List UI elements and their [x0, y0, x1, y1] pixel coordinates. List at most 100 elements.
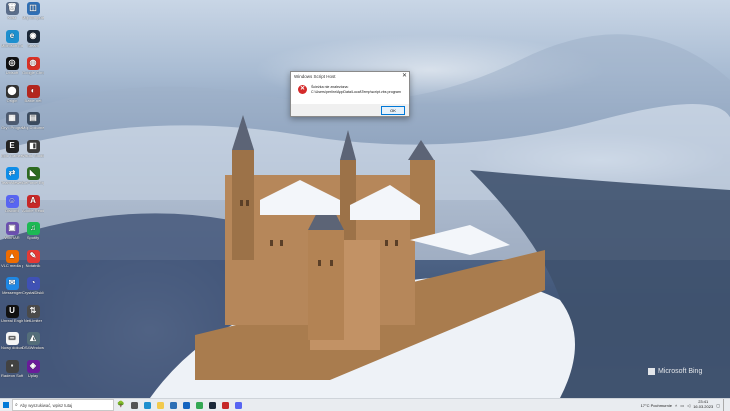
chevron-up-icon[interactable]: ˄	[675, 403, 677, 408]
app-icon: ◭	[26, 332, 40, 345]
store-icon	[183, 401, 190, 409]
desktop-icon[interactable]: ♫ Spotify	[22, 222, 44, 241]
desktop-icon-label: WinRAR	[4, 236, 20, 240]
desktop-icon[interactable]: ⇅ NetLimiter	[22, 304, 44, 324]
desktop-icon-label: Visual Studio Code	[22, 153, 44, 158]
explorer-icon	[157, 401, 164, 409]
desktop-icon[interactable]: 🗑 Kosz	[1, 2, 23, 21]
search-icon: ⌕	[15, 402, 18, 408]
desktop-icon[interactable]: ◭ DS4Windows	[22, 332, 44, 351]
desktop-icon-label: Unreal Engine	[1, 318, 23, 323]
taskbar-app-button[interactable]	[154, 399, 167, 411]
taskbar-app-button[interactable]	[141, 399, 154, 411]
desktop-icon[interactable]: ▪Radeon Software	[1, 359, 23, 379]
dialog-titlebar[interactable]: Windows Script Host ✕	[291, 72, 409, 81]
desktop-icon-label: CrystalDiskMark	[22, 291, 44, 295]
taskbar-search-box[interactable]: ⌕ Aby wyszukiwać, wpisz tutaj	[12, 399, 114, 411]
castle-landscape-illustration	[0, 34, 730, 398]
desktop-icon[interactable]: ⬤ Origin	[1, 84, 23, 104]
app-icon: 🗑	[5, 2, 19, 15]
desktop-icon[interactable]: ✎ Notatnik	[22, 249, 44, 269]
weather-widget[interactable]: 17°C Pochmurnie	[641, 403, 672, 408]
desktop-icon[interactable]: ☺ Discord	[1, 194, 23, 214]
taskbar-clock[interactable]: 23:41 16.03.2023	[693, 400, 713, 409]
desktop-icon-label: Notatnik	[25, 263, 41, 268]
desktop-icon-label: Discord	[5, 208, 19, 213]
app-icon: ▦	[5, 112, 19, 125]
desktop-icon[interactable]: ◔CrystalDiskMark	[22, 277, 44, 296]
show-desktop-button[interactable]	[723, 399, 726, 411]
app-icon: ◎	[5, 57, 19, 70]
desktop-icon[interactable]: ◈ Uplay	[22, 359, 44, 379]
desktop-icon[interactable]: ▲VLC media player	[1, 249, 23, 269]
desktop-icon-label: Mój Dokument	[22, 126, 44, 130]
desktop-icon[interactable]: eMicrosoft Edge	[1, 29, 23, 49]
desktop-icon[interactable]: ◉ Steam	[22, 29, 44, 49]
taskbar: ⌕ Aby wyszukiwać, wpisz tutaj 🌳 17°C Poc…	[0, 398, 730, 411]
search-highlight-icon[interactable]: 🌳	[114, 400, 128, 410]
desktop-wallpaper: Microsoft Bing	[0, 0, 730, 398]
taskbar-app-list	[128, 399, 245, 411]
taskbar-app-button[interactable]	[206, 399, 219, 411]
desktop-icon-label: Mój komputer	[22, 16, 44, 20]
desktop-icon-label: VLC media player	[1, 263, 23, 268]
app-icon: ▭	[5, 332, 19, 345]
taskbar-app-button[interactable]	[128, 399, 141, 411]
app-icon: ⇄	[5, 167, 19, 180]
taskbar-app-button[interactable]	[219, 399, 232, 411]
desktop-icon[interactable]: ◐ Battle.net	[22, 84, 44, 104]
desktop-icon-label: DS4Windows	[22, 346, 44, 350]
desktop-icon[interactable]: ◫ Mój komputer	[22, 2, 44, 21]
desktop-icon-label: Kosz	[7, 16, 17, 20]
close-icon[interactable]: ✕	[402, 72, 407, 81]
app-icon: ✎	[26, 249, 40, 263]
taskbar-app-button[interactable]	[167, 399, 180, 411]
dialog-message: Ścieżka nie znaleziona: C:\Users\perlinr…	[311, 85, 405, 94]
desktop-icon[interactable]: ◎ Ubisoft	[1, 57, 23, 76]
taskbar-app-button[interactable]	[232, 399, 245, 411]
desktop-icon[interactable]: ◍Google Chrome	[22, 57, 44, 76]
desktop-icon[interactable]: ▤Mój Dokument	[22, 112, 44, 131]
bing-logo-icon	[648, 368, 655, 375]
desktop-icon-area: 🗑Kosz◫Mój komputereMicrosoft Edge◉Steam◎…	[0, 0, 50, 398]
desktop-icon-label: TeamViewer	[1, 181, 23, 185]
desktop-icon-label: Radeon Software	[1, 373, 23, 378]
taskbar-app-button[interactable]	[180, 399, 193, 411]
network-icon[interactable]: ▭	[680, 403, 684, 408]
desktop-icon-label: Google Chrome	[22, 71, 44, 75]
desktop-icon[interactable]: ▦Gry i Programy	[1, 112, 23, 131]
notification-icon[interactable]: ▢	[716, 403, 720, 408]
app-icon: ▪	[5, 359, 19, 373]
desktop-icon-label: Battle.net	[24, 98, 42, 103]
app-icon: E	[5, 139, 19, 153]
desktop-icon-label: Nowy dokument	[1, 346, 23, 350]
app-icon: e	[5, 29, 19, 43]
desktop-icon-label: Uplay	[27, 373, 39, 378]
desktop-icon[interactable]: ▣ WinRAR	[1, 222, 23, 241]
app-icon: ▲	[5, 249, 19, 263]
desktop-icon[interactable]: EEpic Games Launcher	[1, 139, 23, 159]
desktop-icon[interactable]: ◧Visual Studio Code	[22, 139, 44, 159]
desktop-icon[interactable]: ✉ Messenger	[1, 277, 23, 296]
desktop-icon[interactable]: ▭Nowy dokument	[1, 332, 23, 351]
app-icon: A	[26, 194, 40, 208]
app-icon: ✉	[5, 277, 19, 290]
start-button[interactable]	[0, 399, 12, 411]
taskbar-app-button[interactable]	[193, 399, 206, 411]
desktop-icon[interactable]: UUnreal Engine	[1, 304, 23, 324]
app-icon: ◈	[26, 359, 40, 373]
edge-icon	[144, 401, 151, 409]
ok-button[interactable]: OK	[381, 106, 405, 115]
search-placeholder: Aby wyszukiwać, wpisz tutaj	[19, 402, 73, 408]
app-icon: ◐	[26, 84, 40, 98]
app-icon: ◉	[26, 29, 40, 43]
app-icon: ▣	[5, 222, 19, 235]
desktop-icon[interactable]: ⇄ TeamViewer	[1, 167, 23, 186]
desktop-icon[interactable]: AAdobe Reader	[22, 194, 44, 214]
volume-icon[interactable]: ◁	[687, 403, 690, 408]
task-view-icon	[131, 401, 138, 409]
desktop-icon-label: Gry i Programy	[1, 126, 23, 130]
desktop-icon-label: Spotify	[26, 236, 40, 240]
desktop-icon-label: Messenger	[2, 291, 22, 295]
desktop-icon[interactable]: ◣GeForce Experience	[22, 167, 44, 186]
